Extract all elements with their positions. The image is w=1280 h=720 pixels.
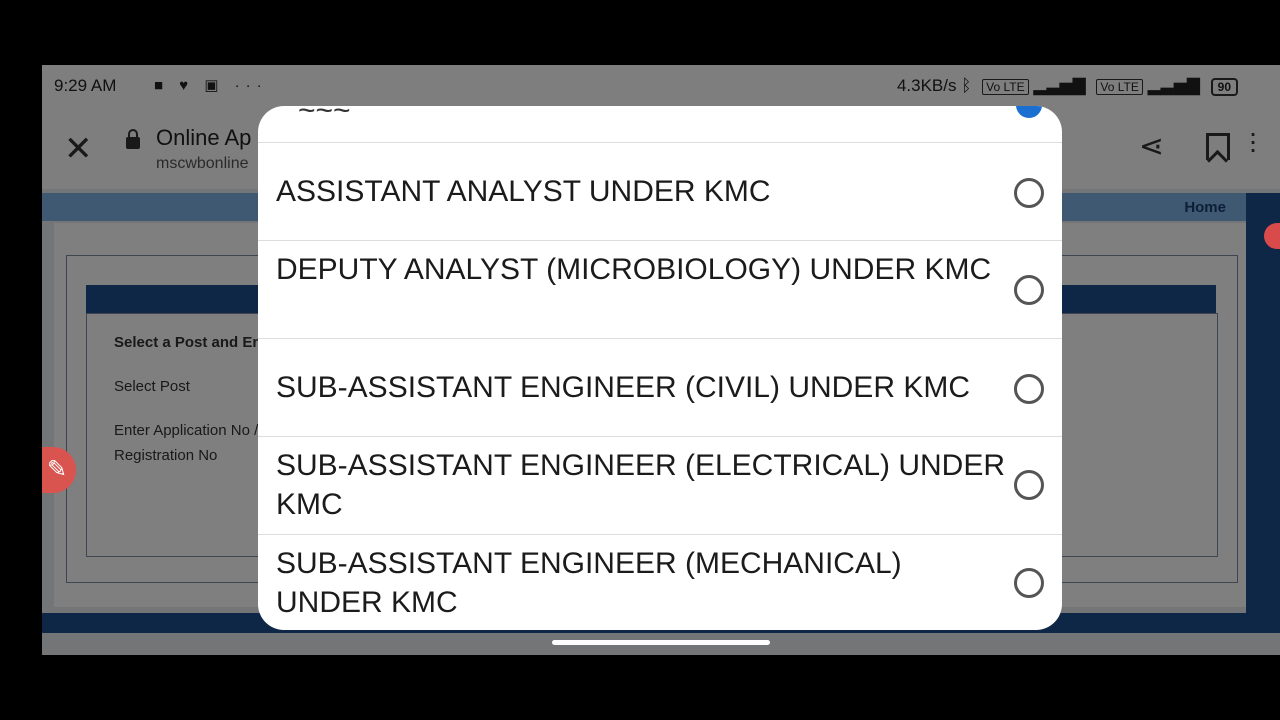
dialog-cutoff-row: ~~~ <box>258 106 1062 143</box>
option-row[interactable]: SUB-ASSISTANT ENGINEER (ELECTRICAL) UNDE… <box>258 437 1062 535</box>
option-row[interactable]: ASSISTANT ANALYST UNDER KMC <box>258 143 1062 241</box>
option-label: ASSISTANT ANALYST UNDER KMC <box>276 175 771 208</box>
radio-button-icon[interactable] <box>1014 178 1044 208</box>
radio-button-icon[interactable] <box>1014 374 1044 404</box>
option-label: DEPUTY ANALYST (MICROBIOLOGY) UNDER KMC <box>276 253 992 286</box>
radio-button-icon[interactable] <box>1014 470 1044 500</box>
radio-selected-icon[interactable] <box>1016 106 1042 118</box>
radio-button-icon[interactable] <box>1014 568 1044 598</box>
option-row[interactable]: SUB-ASSISTANT ENGINEER (CIVIL) UNDER KMC <box>258 339 1062 437</box>
cutoff-option-text: ~~~ <box>298 106 351 127</box>
option-label: SUB-ASSISTANT ENGINEER (MECHANICAL) UNDE… <box>276 547 902 619</box>
gesture-nav-bar[interactable] <box>552 640 770 645</box>
option-label: SUB-ASSISTANT ENGINEER (CIVIL) UNDER KMC <box>276 371 970 404</box>
select-post-dialog: ~~~ ASSISTANT ANALYST UNDER KMC DEPUTY A… <box>258 106 1062 630</box>
option-label: SUB-ASSISTANT ENGINEER (ELECTRICAL) UNDE… <box>276 449 1006 521</box>
option-row[interactable]: DEPUTY ANALYST (MICROBIOLOGY) UNDER KMC <box>258 241 1062 339</box>
radio-button-icon[interactable] <box>1014 275 1044 305</box>
option-row[interactable]: SUB-ASSISTANT ENGINEER (MECHANICAL) UNDE… <box>258 535 1062 630</box>
